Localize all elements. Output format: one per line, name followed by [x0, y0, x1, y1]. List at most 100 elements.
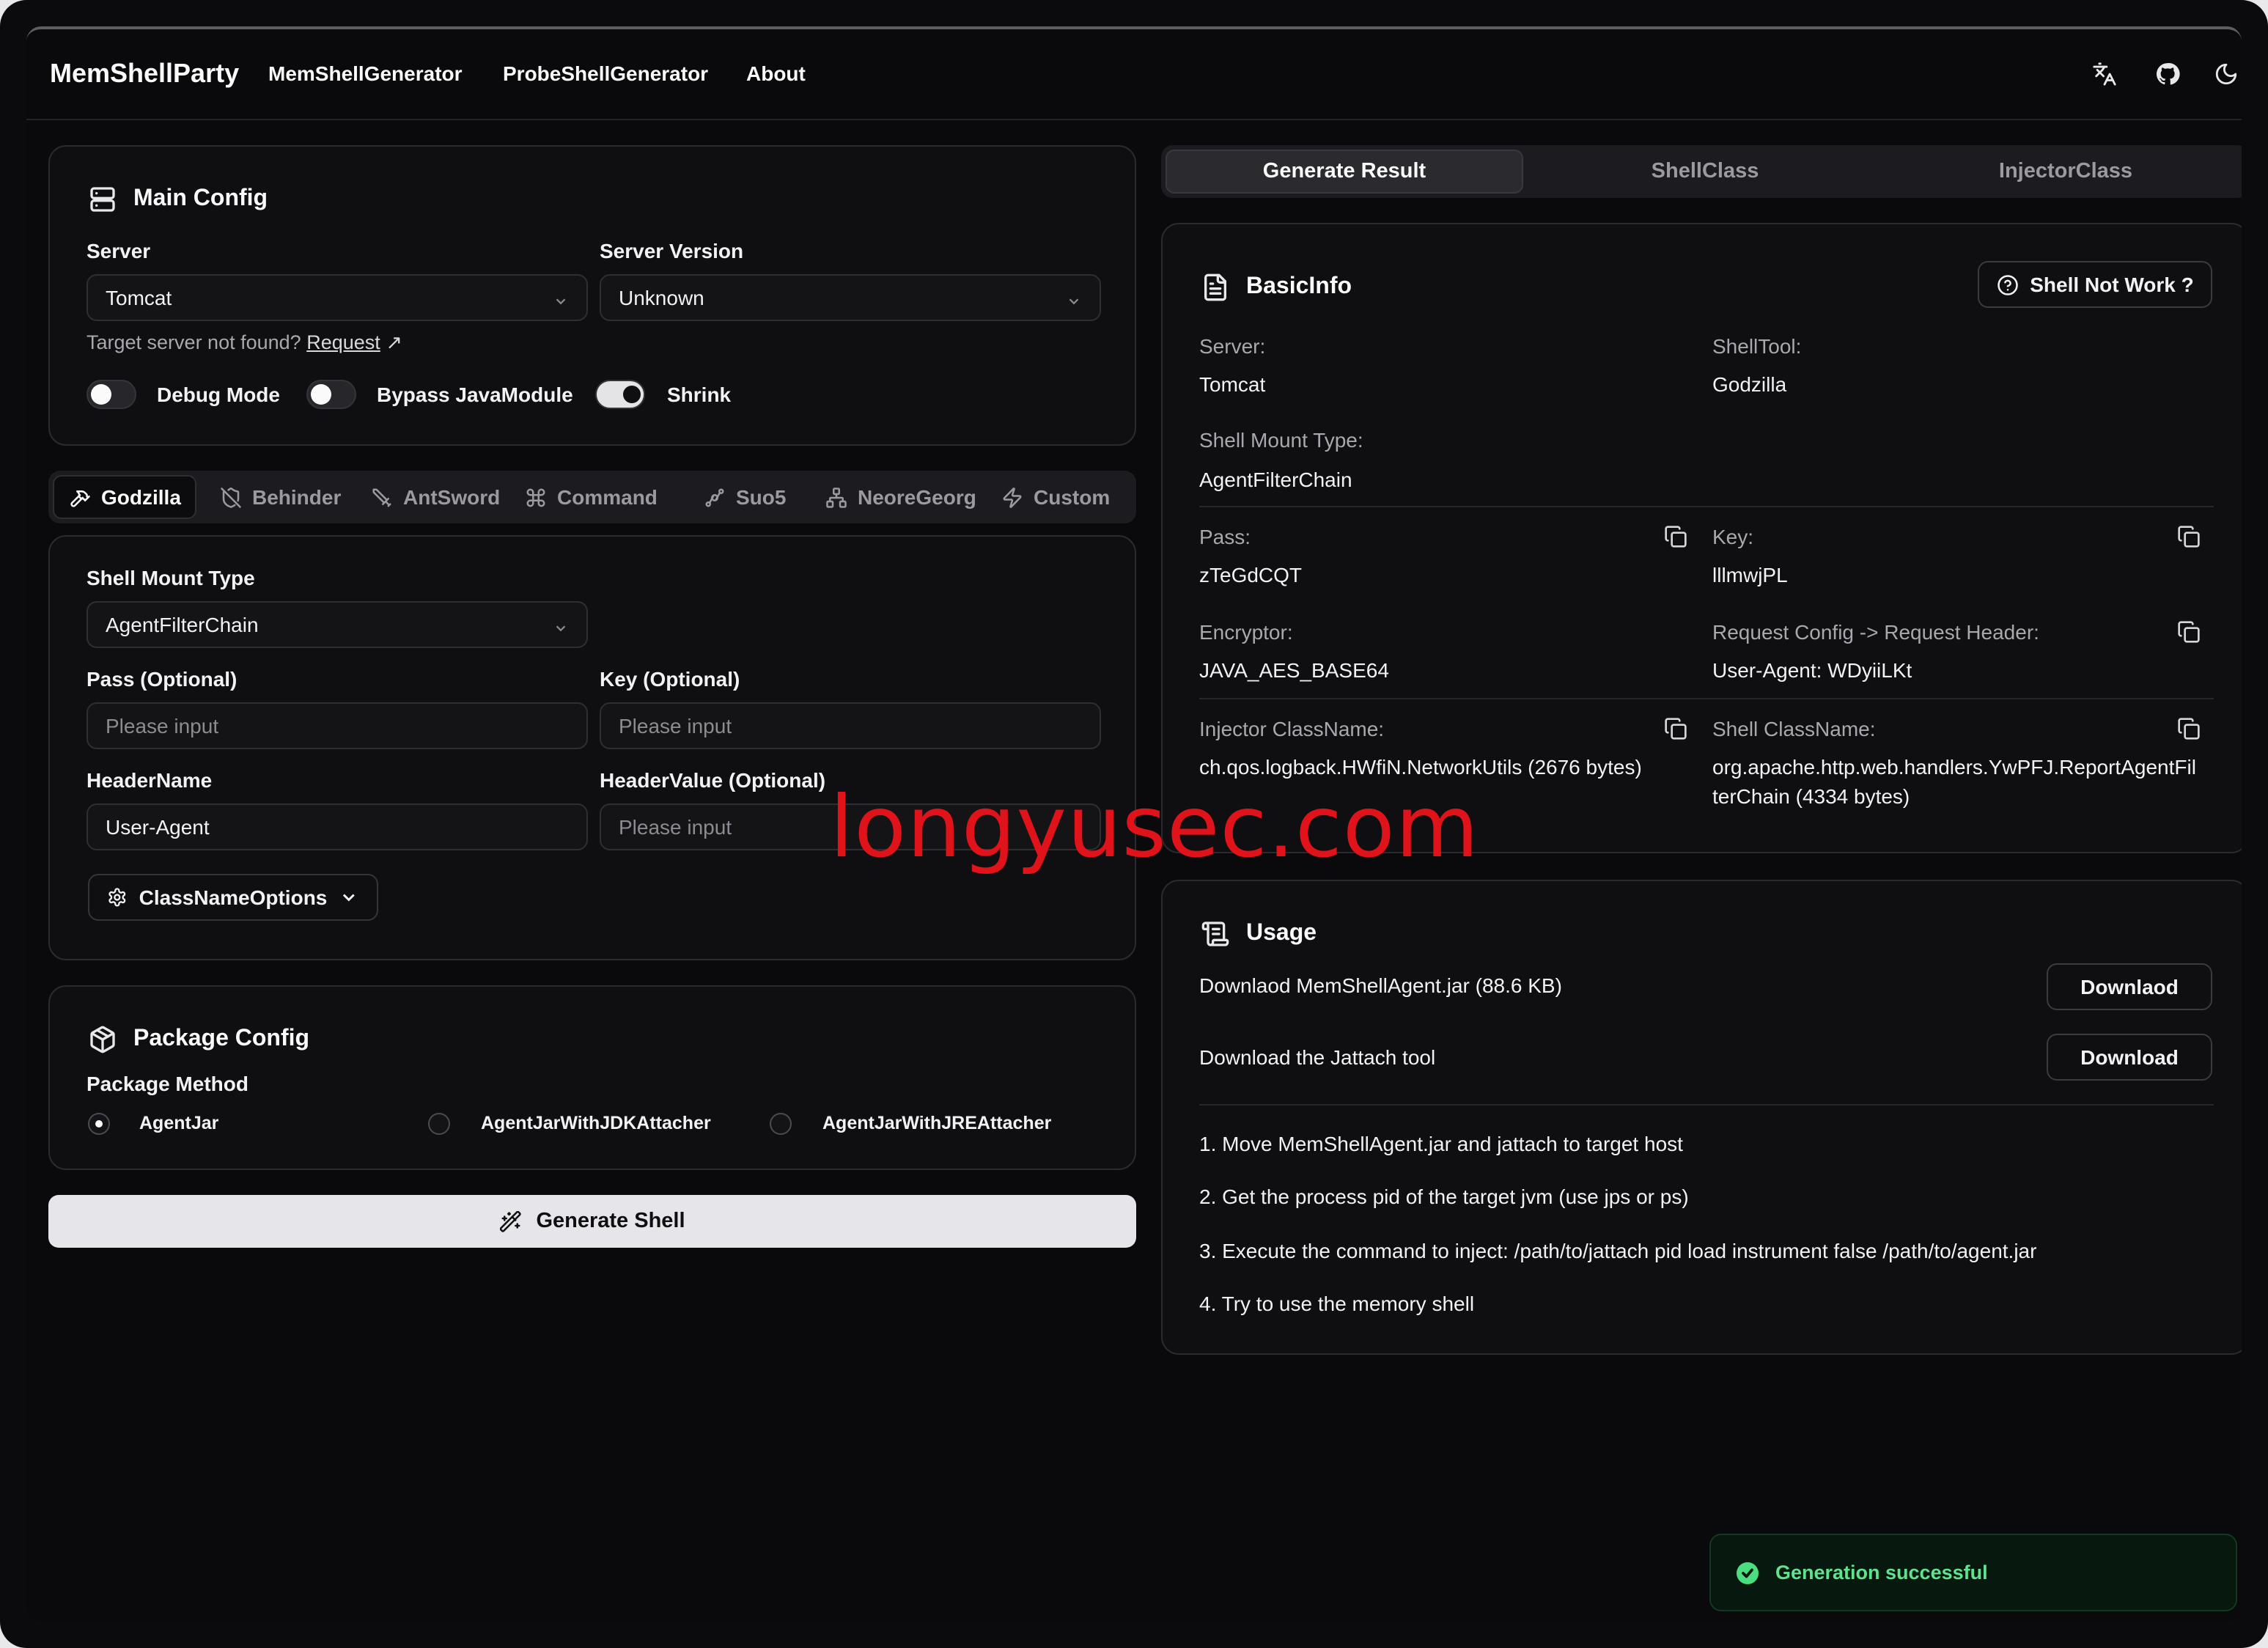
- tab-suo5[interactable]: Suo5: [704, 471, 786, 523]
- basic-info-title: BasicInfo: [1246, 274, 1352, 299]
- server-version-value: Unknown: [619, 286, 704, 309]
- top-navbar: MemShellParty MemShellGenerator ProbeShe…: [26, 29, 2242, 120]
- shell-not-work-button[interactable]: Shell Not Work ?: [1978, 261, 2212, 308]
- radio-agentjar[interactable]: [88, 1113, 110, 1135]
- nav-memshellgenerator[interactable]: MemShellGenerator: [268, 62, 463, 85]
- debug-mode-toggle[interactable]: [86, 380, 136, 409]
- download-agent-button[interactable]: Downlaod: [2047, 963, 2212, 1010]
- check-circle-icon: [1737, 1561, 1759, 1583]
- usage-step: 4. Try to use the memory shell: [1199, 1292, 1475, 1315]
- usage-card: Usage Downlaod MemShellAgent.jar (88.6 K…: [1161, 880, 2242, 1355]
- tab-custom[interactable]: Custom: [1001, 471, 1110, 523]
- shelltool-value: Godzilla: [1712, 372, 1787, 396]
- download-agent-label: Downlaod: [2080, 975, 2179, 998]
- chevron-down-icon: [343, 894, 356, 902]
- bypass-javamodule-label: Bypass JavaModule: [377, 383, 573, 406]
- download-jattach-label: Download: [2080, 1045, 2179, 1069]
- classname-options-button[interactable]: ClassNameOptions: [88, 874, 378, 921]
- tab-antsword[interactable]: AntSword: [371, 471, 500, 523]
- tab-shellclass[interactable]: ShellClass: [1526, 145, 1884, 198]
- header-name-input[interactable]: User-Agent: [86, 803, 588, 850]
- mount-type-value: AgentFilterChain: [1199, 468, 1352, 491]
- copy-icon[interactable]: [1664, 717, 1687, 740]
- generate-shell-label: Generate Shell: [536, 1210, 685, 1233]
- brand-logo[interactable]: MemShellParty: [50, 59, 239, 89]
- shrink-label: Shrink: [667, 383, 732, 406]
- divider: [1199, 698, 2214, 699]
- shell-mount-type-select[interactable]: AgentFilterChain: [86, 601, 588, 648]
- shrink-toggle[interactable]: [595, 380, 645, 409]
- window-frame: MemShellParty MemShellGenerator ProbeShe…: [0, 0, 2268, 1648]
- usage-title: Usage: [1246, 921, 1317, 946]
- tab-generate-result[interactable]: Generate Result: [1166, 150, 1523, 194]
- network-icon: [705, 488, 724, 507]
- generate-shell-button[interactable]: Generate Shell: [48, 1195, 1136, 1248]
- server-select-value: Tomcat: [106, 286, 172, 309]
- key-placeholder: Please input: [619, 714, 732, 737]
- key-input[interactable]: Please input: [600, 702, 1101, 749]
- radio-agentjar-jre[interactable]: [770, 1113, 792, 1135]
- shell-mount-type-value: AgentFilterChain: [106, 613, 259, 636]
- chevron-down-icon: [1066, 290, 1082, 306]
- translate-icon[interactable]: [2089, 59, 2118, 88]
- copy-icon[interactable]: [1664, 525, 1687, 548]
- request-header-key: Request Config -> Request Header:: [1712, 620, 2039, 644]
- package-config-card: Package Config Package Method AgentJar A…: [48, 985, 1136, 1170]
- tab-behinder[interactable]: Behinder: [220, 471, 341, 523]
- download-jattach-button[interactable]: Download: [2047, 1034, 2212, 1081]
- encryptor-key: Encryptor:: [1199, 620, 1293, 644]
- shell-not-work-label: Shell Not Work ?: [2030, 273, 2194, 296]
- gear-icon: [108, 888, 126, 907]
- magic-wand-icon: [499, 1210, 521, 1232]
- shield-off-icon: [221, 487, 241, 507]
- server-request-hint: Target server not found? Request ↗: [86, 331, 402, 355]
- usage-download-agent-text: Downlaod MemShellAgent.jar (88.6 KB): [1199, 974, 1562, 997]
- toast-message: Generation successful: [1775, 1561, 1988, 1583]
- package-config-title: Package Config: [133, 1026, 310, 1051]
- radio-agentjar-jdk[interactable]: [428, 1113, 450, 1135]
- debug-mode-label: Debug Mode: [157, 383, 280, 406]
- tab-godzilla[interactable]: Godzilla: [53, 475, 197, 519]
- shell-mount-type-label: Shell Mount Type: [86, 566, 255, 589]
- radio-agentjar-jre-label: AgentJarWithJREAttacher: [822, 1113, 1052, 1133]
- request-link[interactable]: Request: [306, 331, 380, 353]
- pass-placeholder: Please input: [106, 714, 219, 737]
- tab-injectorclass[interactable]: InjectorClass: [1887, 145, 2242, 198]
- tab-neoregeorg[interactable]: NeoreGeorg: [825, 471, 976, 523]
- radio-agentjar-label: AgentJar: [139, 1113, 219, 1133]
- nav-about[interactable]: About: [746, 62, 806, 85]
- copy-icon[interactable]: [2177, 620, 2201, 644]
- chevron-down-icon: [553, 617, 569, 633]
- sword-icon: [372, 488, 391, 507]
- moon-icon[interactable]: [2211, 59, 2240, 88]
- file-text-icon: [1201, 273, 1230, 302]
- basic-info-card: BasicInfo Shell Not Work ? Server: Tomca…: [1161, 223, 2242, 853]
- copy-icon[interactable]: [2177, 717, 2201, 740]
- pass-input[interactable]: Please input: [86, 702, 588, 749]
- watermark-text: longyusec.com: [830, 777, 1479, 877]
- server-select[interactable]: Tomcat: [86, 274, 588, 321]
- mount-type-key: Shell Mount Type:: [1199, 428, 1363, 452]
- hint-text: Target server not found?: [86, 331, 301, 353]
- usage-step: 2. Get the process pid of the target jvm…: [1199, 1185, 1689, 1208]
- header-name-label: HeaderName: [86, 768, 213, 792]
- main-config-card: Main Config Server Tomcat Server Version…: [48, 145, 1136, 446]
- result-tabs: Generate Result ShellClass InjectorClass: [1161, 145, 2242, 198]
- copy-icon[interactable]: [2177, 525, 2201, 548]
- zap-icon: [1003, 487, 1022, 507]
- header-value-placeholder: Please input: [619, 815, 732, 839]
- sitemap-icon: [826, 487, 847, 507]
- shell-classname-value-line2: terChain (4334 bytes): [1712, 784, 1910, 808]
- nav-probeshellgenerator[interactable]: ProbeShellGenerator: [503, 62, 708, 85]
- chevron-down-icon: [553, 290, 569, 306]
- scroll-icon: [1201, 919, 1230, 949]
- package-icon: [88, 1025, 117, 1054]
- github-icon[interactable]: [2152, 59, 2182, 88]
- tab-command[interactable]: Command: [525, 471, 658, 523]
- bypass-javamodule-toggle[interactable]: [306, 380, 356, 409]
- injector-classname-key: Injector ClassName:: [1199, 717, 1385, 740]
- server-version-select[interactable]: Unknown: [600, 274, 1101, 321]
- radio-agentjar-jdk-label: AgentJarWithJDKAttacher: [481, 1113, 711, 1133]
- divider: [1199, 1104, 2214, 1106]
- success-toast: Generation successful: [1709, 1534, 2237, 1611]
